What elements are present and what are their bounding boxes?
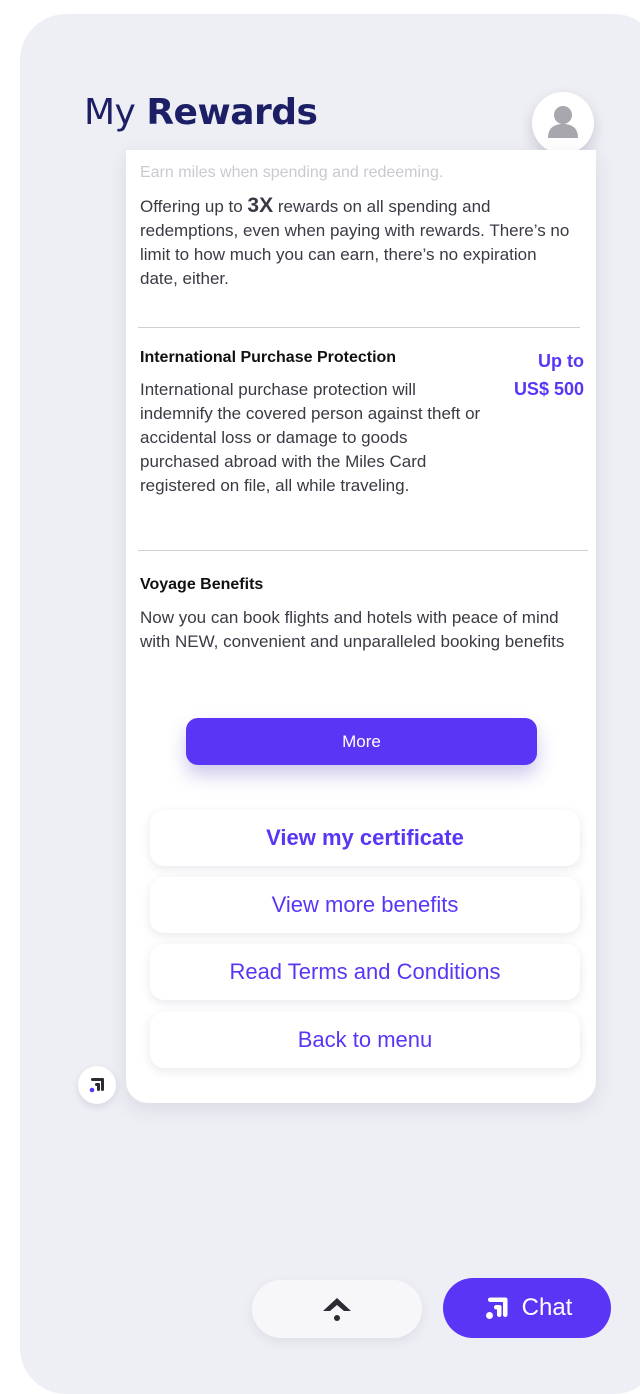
benefit-amount: Up to US$ 500 xyxy=(492,347,584,403)
intro-highlight: 3X xyxy=(247,194,274,217)
amount-line-1: Up to xyxy=(538,351,584,371)
divider xyxy=(138,550,588,551)
chevron-up-icon xyxy=(323,1298,351,1321)
view-certificate-button[interactable]: View my certificate xyxy=(150,810,580,866)
benefit-description: International purchase protection will i… xyxy=(140,380,481,495)
benefit-description: Now you can book flights and hotels with… xyxy=(140,608,565,651)
chat-label: Chat xyxy=(521,1294,573,1321)
view-more-benefits-button[interactable]: View more benefits xyxy=(150,877,580,933)
intro-before: Offering up to xyxy=(140,197,248,216)
profile-avatar-button[interactable] xyxy=(532,92,594,154)
assistant-logo xyxy=(78,1066,116,1104)
rewards-card: Earn miles when spending and redeeming. … xyxy=(126,150,596,1103)
divider xyxy=(138,327,580,328)
page-title: My Rewards xyxy=(84,92,318,133)
brand-logo-icon xyxy=(89,1078,104,1093)
scroll-to-top-button[interactable] xyxy=(252,1280,422,1338)
back-to-menu-button[interactable]: Back to menu xyxy=(150,1012,580,1068)
amount-line-2: US$ 500 xyxy=(513,379,584,399)
read-terms-button[interactable]: Read Terms and Conditions xyxy=(150,944,580,1000)
benefit-title: International Purchase Protection xyxy=(140,349,397,366)
benefit-title: Voyage Benefits xyxy=(140,576,264,593)
rewards-intro: Offering up to 3X rewards on all spendin… xyxy=(140,194,570,291)
page-title-bold: Rewards xyxy=(146,92,318,133)
user-avatar-icon xyxy=(548,106,578,138)
page-title-prefix: My xyxy=(84,92,136,133)
chat-logo-icon xyxy=(485,1297,508,1319)
chat-button[interactable]: Chat xyxy=(443,1278,611,1338)
faded-intro-line: Earn miles when spending and redeeming. xyxy=(140,164,444,181)
more-button[interactable]: More xyxy=(186,718,537,765)
